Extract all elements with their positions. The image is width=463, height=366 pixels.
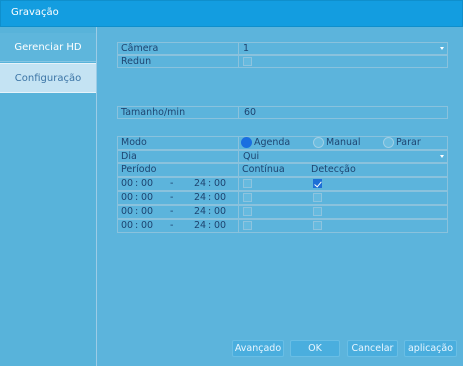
period-row: 00 : 00 - 24 : 00 xyxy=(117,205,448,219)
start-hour-field[interactable]: 00 xyxy=(121,206,133,218)
size-label: Tamanho/min xyxy=(121,107,186,118)
ok-button[interactable]: OK xyxy=(290,340,340,357)
day-select-value: Qui xyxy=(243,151,260,162)
apply-button[interactable]: aplicação xyxy=(404,340,457,357)
redun-label: Redun xyxy=(121,56,152,67)
radio-icon xyxy=(313,137,324,148)
continuous-checkbox[interactable] xyxy=(243,221,252,230)
size-input[interactable]: 60 xyxy=(244,107,256,118)
detection-checkbox[interactable] xyxy=(313,207,322,216)
main-panel: Câmera 1 Redun Tamanho/min 60 Modo Agend… xyxy=(97,27,463,366)
continuous-checkbox[interactable] xyxy=(243,179,252,188)
day-select[interactable]: Qui xyxy=(239,151,447,162)
continuous-header: Contínua xyxy=(242,164,285,175)
period-row: 00 : 00 - 24 : 00 xyxy=(117,177,448,191)
sidebar-item-gerenciar-hd[interactable]: Gerenciar HD xyxy=(0,33,96,62)
start-hour-field[interactable]: 00 xyxy=(121,178,133,190)
start-minute-field[interactable]: 00 xyxy=(141,206,153,218)
detection-header: Detecção xyxy=(311,164,356,175)
time-colon: : xyxy=(135,220,139,231)
title-bar: Gravação xyxy=(0,0,463,27)
camera-select[interactable]: 1 xyxy=(239,43,447,54)
day-row: Dia Qui xyxy=(117,150,448,163)
radio-icon xyxy=(383,137,394,148)
start-minute-field[interactable]: 00 xyxy=(141,192,153,204)
period-row: 00 : 00 - 24 : 00 xyxy=(117,191,448,205)
time-colon: : xyxy=(208,220,212,231)
end-minute-field[interactable]: 00 xyxy=(214,206,226,218)
time-colon: : xyxy=(135,206,139,217)
mode-option-label: Parar xyxy=(396,137,421,148)
redun-checkbox[interactable] xyxy=(243,57,252,66)
end-hour-field[interactable]: 24 xyxy=(194,220,206,232)
camera-row: Câmera 1 xyxy=(117,42,448,55)
end-minute-field[interactable]: 00 xyxy=(214,220,226,232)
mode-option-label: Agenda xyxy=(254,137,291,148)
detection-checkbox[interactable] xyxy=(313,221,322,230)
period-row: 00 : 00 - 24 : 00 xyxy=(117,219,448,233)
day-label: Dia xyxy=(121,151,137,162)
chevron-down-icon xyxy=(440,155,444,158)
sidebar-item-label: Configuração xyxy=(14,72,82,84)
camera-label: Câmera xyxy=(121,43,159,54)
end-hour-field[interactable]: 24 xyxy=(194,178,206,190)
period-header: Período xyxy=(121,164,157,175)
continuous-checkbox[interactable] xyxy=(243,193,252,202)
detection-checkbox[interactable] xyxy=(313,193,322,202)
time-separator: - xyxy=(170,220,174,231)
end-minute-field[interactable]: 00 xyxy=(214,192,226,204)
mode-label: Modo xyxy=(121,137,147,148)
time-colon: : xyxy=(135,178,139,189)
mode-radio-agenda[interactable]: Agenda xyxy=(241,137,309,149)
chevron-down-icon xyxy=(440,47,444,50)
window-title: Gravação xyxy=(11,7,59,18)
mode-radio-manual[interactable]: Manual xyxy=(313,137,381,149)
end-hour-field[interactable]: 24 xyxy=(194,206,206,218)
continuous-checkbox[interactable] xyxy=(243,207,252,216)
time-separator: - xyxy=(170,178,174,189)
time-colon: : xyxy=(208,192,212,203)
time-separator: - xyxy=(170,192,174,203)
schedule-header-row: Período Contínua Detecção xyxy=(117,163,448,177)
end-minute-field[interactable]: 00 xyxy=(214,178,226,190)
advanced-button[interactable]: Avançado xyxy=(232,340,284,357)
start-minute-field[interactable]: 00 xyxy=(141,178,153,190)
sidebar: Gerenciar HD Configuração xyxy=(0,27,97,366)
detection-checkbox[interactable] xyxy=(313,179,322,188)
camera-select-value: 1 xyxy=(243,43,250,54)
time-colon: : xyxy=(208,178,212,189)
time-separator: - xyxy=(170,206,174,217)
start-minute-field[interactable]: 00 xyxy=(141,220,153,232)
redun-row: Redun xyxy=(117,55,448,68)
time-colon: : xyxy=(135,192,139,203)
size-row: Tamanho/min 60 xyxy=(117,106,448,119)
start-hour-field[interactable]: 00 xyxy=(121,220,133,232)
time-colon: : xyxy=(208,206,212,217)
sidebar-item-label: Gerenciar HD xyxy=(14,41,82,53)
mode-radio-parar[interactable]: Parar xyxy=(383,137,443,149)
end-hour-field[interactable]: 24 xyxy=(194,192,206,204)
cancel-button[interactable]: Cancelar xyxy=(347,340,398,357)
start-hour-field[interactable]: 00 xyxy=(121,192,133,204)
sidebar-item-configuracao[interactable]: Configuração xyxy=(0,63,96,93)
mode-row: Modo Agenda Manual Parar xyxy=(117,136,448,150)
radio-selected-icon xyxy=(241,137,252,148)
mode-option-label: Manual xyxy=(326,137,361,148)
